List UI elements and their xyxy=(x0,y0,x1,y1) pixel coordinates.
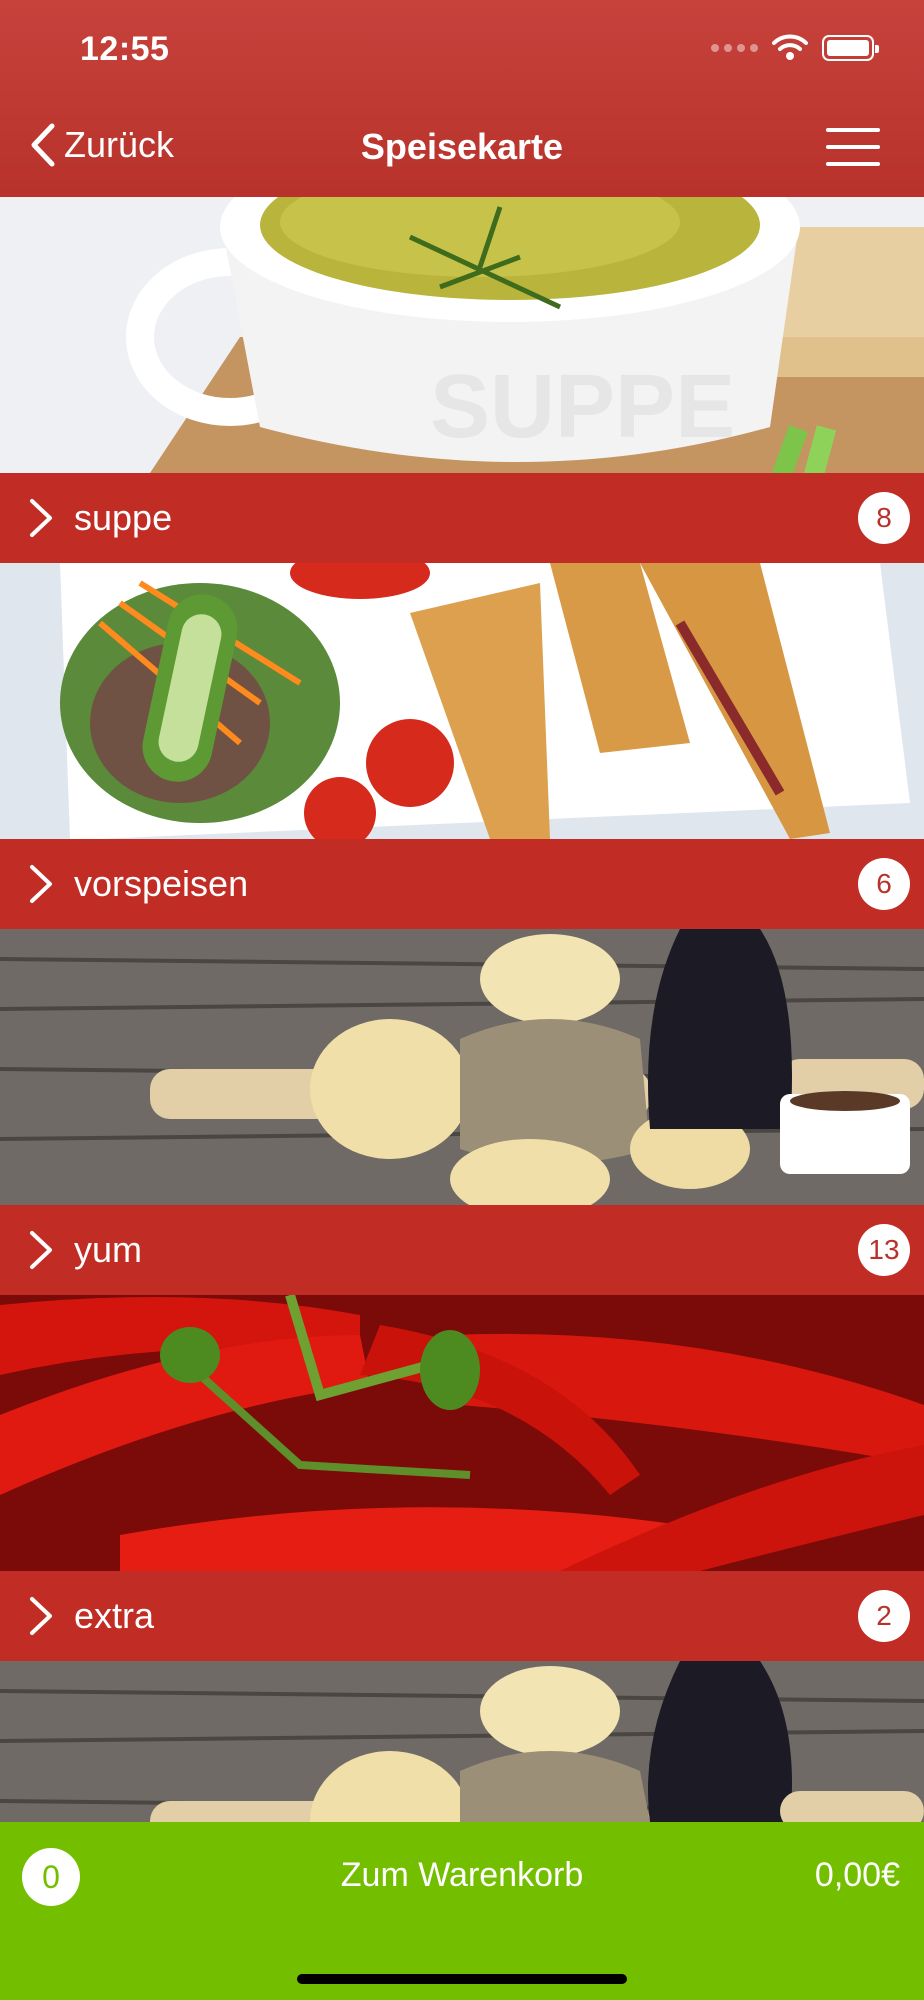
category-count-badge: 2 xyxy=(858,1590,910,1642)
category-row-vorspeisen[interactable]: vorspeisen 6 xyxy=(0,839,924,929)
category-row-suppe[interactable]: suppe 8 xyxy=(0,473,924,563)
category-label: yum xyxy=(74,1229,143,1270)
category-image-vorspeisen[interactable] xyxy=(0,563,924,839)
chevron-right-icon xyxy=(30,499,52,537)
chevron-right-icon xyxy=(30,1597,52,1635)
category-image-extra[interactable] xyxy=(0,1295,924,1571)
category-image-suppe[interactable]: SUPPE xyxy=(0,197,924,473)
status-time: 12:55 xyxy=(80,30,170,68)
category-row-extra[interactable]: extra 2 xyxy=(0,1571,924,1661)
svg-text:SUPPE: SUPPE xyxy=(430,357,735,457)
page-title: Speisekarte xyxy=(360,126,564,167)
signal-icon xyxy=(711,44,758,52)
navigation-header: 12:55 Zurück Speisekarte xyxy=(0,0,924,197)
category-count-badge: 13 xyxy=(858,1224,910,1276)
chevron-right-icon xyxy=(30,1231,52,1269)
category-label: extra xyxy=(74,1595,155,1636)
home-indicator xyxy=(297,1974,627,1984)
category-row-yum[interactable]: yum 13 xyxy=(0,1205,924,1295)
category-count-badge: 8 xyxy=(858,492,910,544)
status-icons xyxy=(711,34,879,62)
battery-icon xyxy=(822,35,879,61)
category-image-yum[interactable] xyxy=(0,929,924,1205)
cart-total: 0,00€ xyxy=(814,1856,900,1894)
chili-image xyxy=(0,1295,924,1571)
pasta-image xyxy=(0,929,924,1205)
chevron-right-icon xyxy=(30,865,52,903)
appetizer-image xyxy=(0,563,924,839)
cart-button-label[interactable]: Zum Warenkorb xyxy=(0,1856,924,1895)
cart-bar[interactable]: 0 Zum Warenkorb 0,00€ xyxy=(0,1822,924,2000)
category-image-next[interactable] xyxy=(0,1661,924,1822)
soup-image: SUPPE xyxy=(0,197,924,473)
hamburger-menu-icon[interactable] xyxy=(826,128,880,166)
category-label: suppe xyxy=(74,497,173,538)
category-label: vorspeisen xyxy=(74,863,249,904)
wifi-icon xyxy=(772,34,808,60)
pasta-image xyxy=(0,1661,924,1822)
category-count-badge: 6 xyxy=(858,858,910,910)
